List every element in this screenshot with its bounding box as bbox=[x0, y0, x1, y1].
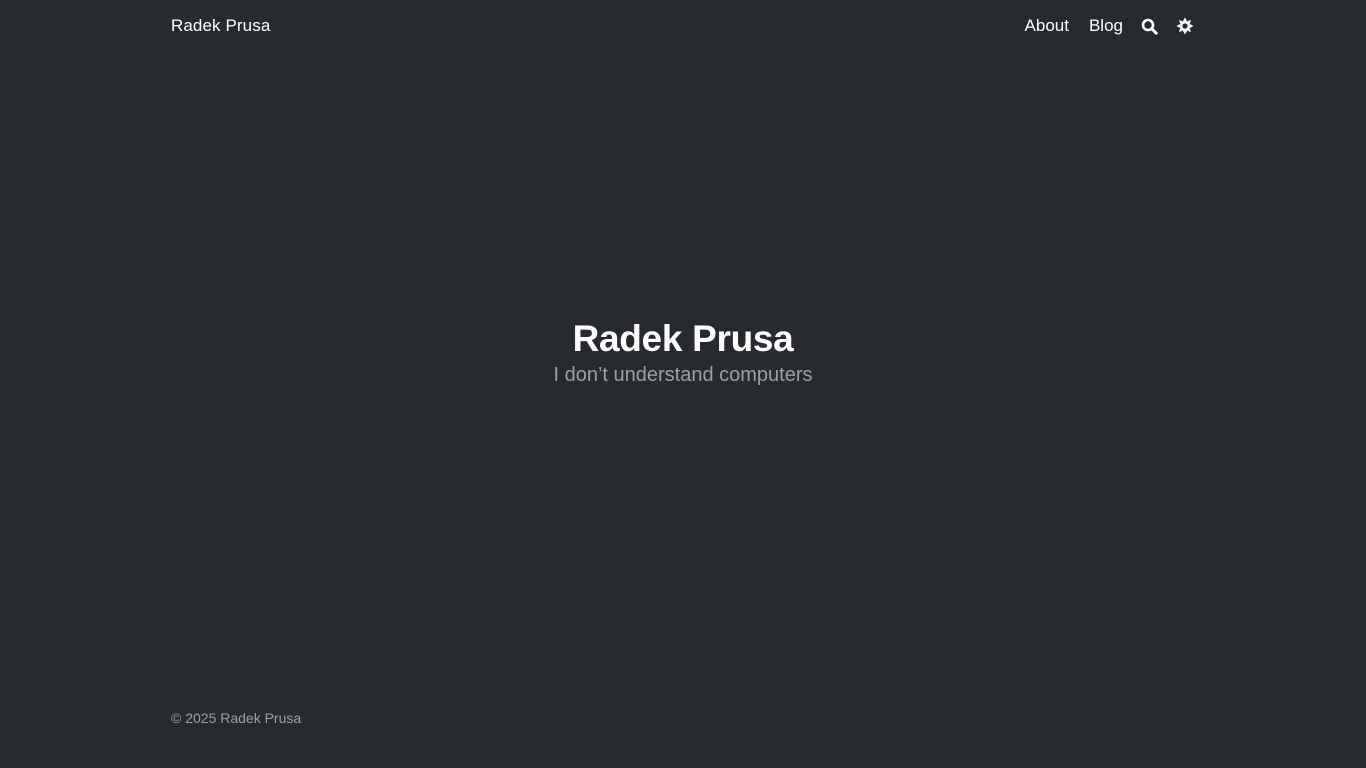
site-brand-link[interactable]: Radek Prusa bbox=[171, 16, 270, 36]
footer-copyright: © 2025 Radek Prusa bbox=[171, 710, 302, 726]
hero-subtitle: I don’t understand computers bbox=[553, 364, 813, 386]
search-button[interactable] bbox=[1139, 16, 1159, 36]
nav-link-blog[interactable]: Blog bbox=[1089, 16, 1123, 36]
page: Radek Prusa About Blog Radek Prusa I don… bbox=[0, 0, 1366, 768]
hero: Radek Prusa I don’t understand computers bbox=[0, 316, 1366, 388]
search-icon bbox=[1141, 18, 1158, 35]
theme-toggle-button[interactable] bbox=[1175, 16, 1195, 36]
hero-title: Radek Prusa bbox=[572, 318, 794, 359]
navbar: Radek Prusa About Blog bbox=[171, 0, 1195, 52]
nav-link-about[interactable]: About bbox=[1025, 16, 1069, 36]
theme-toggle-icon bbox=[1176, 17, 1194, 35]
nav-menu: About Blog bbox=[1025, 16, 1195, 36]
